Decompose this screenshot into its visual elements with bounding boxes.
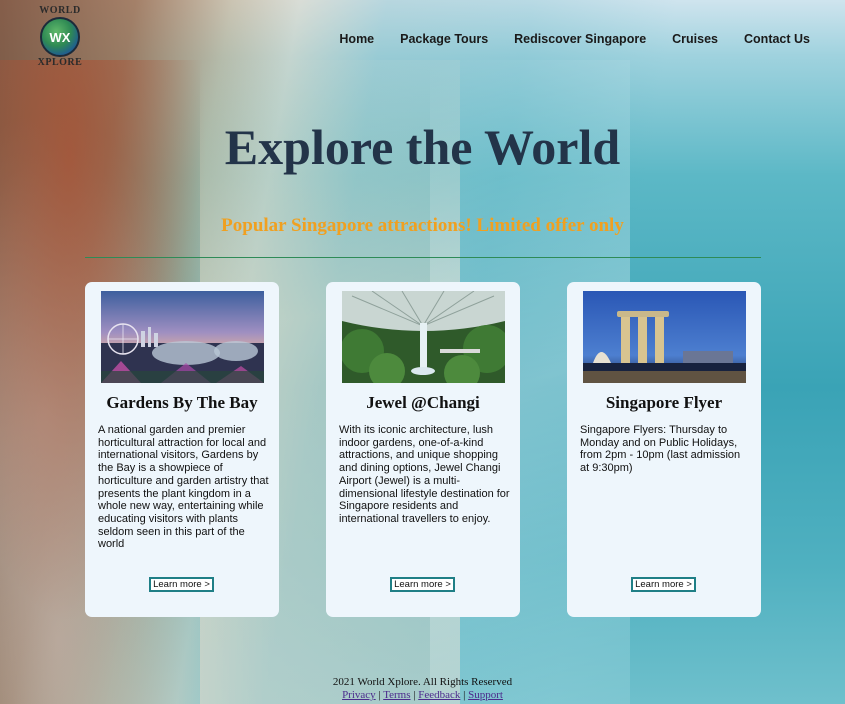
footer-separator: | xyxy=(413,689,416,701)
footer-link-support[interactable]: Support xyxy=(468,689,503,701)
card-description: A national garden and premier horticultu… xyxy=(98,424,269,551)
card-description: Singapore Flyers: Thursday to Monday and… xyxy=(580,424,741,475)
footer-link-feedback[interactable]: Feedback xyxy=(418,689,460,701)
learn-more-button[interactable]: Learn more > xyxy=(631,577,696,592)
attraction-card-jewel: Jewel @Changi With its iconic architectu… xyxy=(326,282,520,617)
footer-link-terms[interactable]: Terms xyxy=(383,689,410,701)
globe-icon: WX xyxy=(40,17,80,57)
card-description: With its iconic architecture, lush indoo… xyxy=(339,424,510,525)
footer-link-privacy[interactable]: Privacy xyxy=(342,689,376,701)
copyright-text: 2021 World Xplore. All Rights Reserved xyxy=(332,676,513,688)
main-nav: Home Package Tours Rediscover Singapore … xyxy=(339,32,810,46)
section-divider xyxy=(85,257,761,258)
footer-separator: | xyxy=(463,689,466,701)
gardens-by-the-bay-image xyxy=(101,291,264,383)
learn-more-button[interactable]: Learn more > xyxy=(149,577,214,592)
attraction-card-flyer: Singapore Flyer Singapore Flyers: Thursd… xyxy=(567,282,761,617)
nav-home[interactable]: Home xyxy=(339,32,374,46)
nav-rediscover-singapore[interactable]: Rediscover Singapore xyxy=(514,32,646,46)
site-footer: 2021 World Xplore. All Rights Reserved P… xyxy=(0,676,845,702)
card-title: Jewel @Changi xyxy=(366,393,480,412)
site-logo[interactable]: WORLD WX XPLORE xyxy=(36,5,84,68)
nav-package-tours[interactable]: Package Tours xyxy=(400,32,488,46)
logo-mark: WX xyxy=(49,29,71,45)
learn-more-button[interactable]: Learn more > xyxy=(390,577,455,592)
card-title: Gardens By The Bay xyxy=(106,393,258,412)
hero-title: Explore the World xyxy=(224,119,621,175)
attraction-card-gardens: Gardens By The Bay A national garden and… xyxy=(85,282,279,617)
card-title: Singapore Flyer xyxy=(605,393,723,412)
logo-bottom-text: XPLORE xyxy=(37,57,83,68)
jewel-changi-image xyxy=(342,291,505,383)
hero-subtitle: Popular Singapore attractions! Limited o… xyxy=(221,215,624,236)
nav-contact-us[interactable]: Contact Us xyxy=(744,32,810,46)
footer-links: Privacy | Terms | Feedback | Support xyxy=(0,689,845,702)
nav-cruises[interactable]: Cruises xyxy=(672,32,718,46)
logo-top-text: WORLD xyxy=(39,5,81,16)
singapore-flyer-image xyxy=(583,291,746,383)
footer-separator: | xyxy=(378,689,381,701)
